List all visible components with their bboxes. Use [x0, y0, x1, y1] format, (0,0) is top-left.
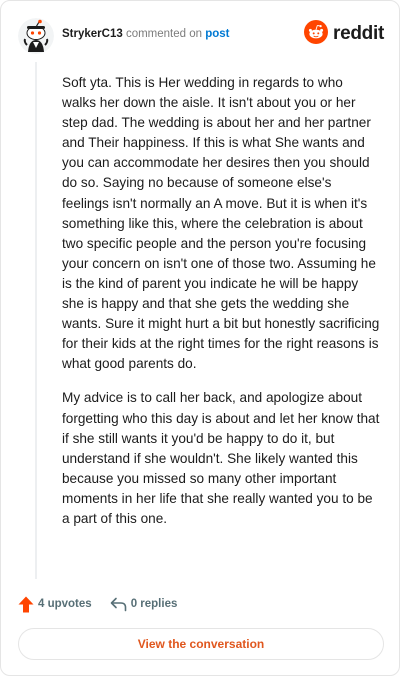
commented-on-text: commented on — [125, 28, 203, 40]
replies-button[interactable]: 0 replies — [110, 597, 178, 612]
comment-body: Soft yta. This is Her wedding in regards… — [62, 73, 380, 543]
snoo-avatar-icon[interactable] — [18, 18, 54, 54]
reply-arrow-icon — [110, 597, 127, 612]
replies-count: 0 replies — [130, 598, 178, 610]
username-link[interactable]: StrykerC13 — [62, 28, 123, 40]
embedded-comment-card: StrykerC13 commented on post reddit Soft… — [0, 0, 400, 676]
post-link[interactable]: post — [205, 28, 229, 40]
upvote-arrow-icon — [18, 596, 34, 613]
thread-line — [35, 62, 37, 579]
reddit-logo[interactable]: reddit — [304, 19, 384, 49]
comment-byline: StrykerC13 commented on post — [62, 27, 230, 41]
reddit-logo-icon — [304, 19, 329, 49]
comment-paragraph: My advice is to call her back, and apolo… — [62, 390, 380, 526]
upvote-button[interactable]: 4 upvotes — [18, 596, 92, 613]
comment-paragraph: Soft yta. This is Her wedding in regards… — [62, 75, 380, 372]
upvote-count: 4 upvotes — [38, 598, 92, 610]
view-conversation-button[interactable]: View the conversation — [18, 628, 384, 660]
comment-header: StrykerC13 commented on post reddit — [18, 18, 384, 54]
reddit-wordmark: reddit — [333, 23, 384, 44]
comment-footer: 4 upvotes 0 replies — [18, 593, 177, 615]
